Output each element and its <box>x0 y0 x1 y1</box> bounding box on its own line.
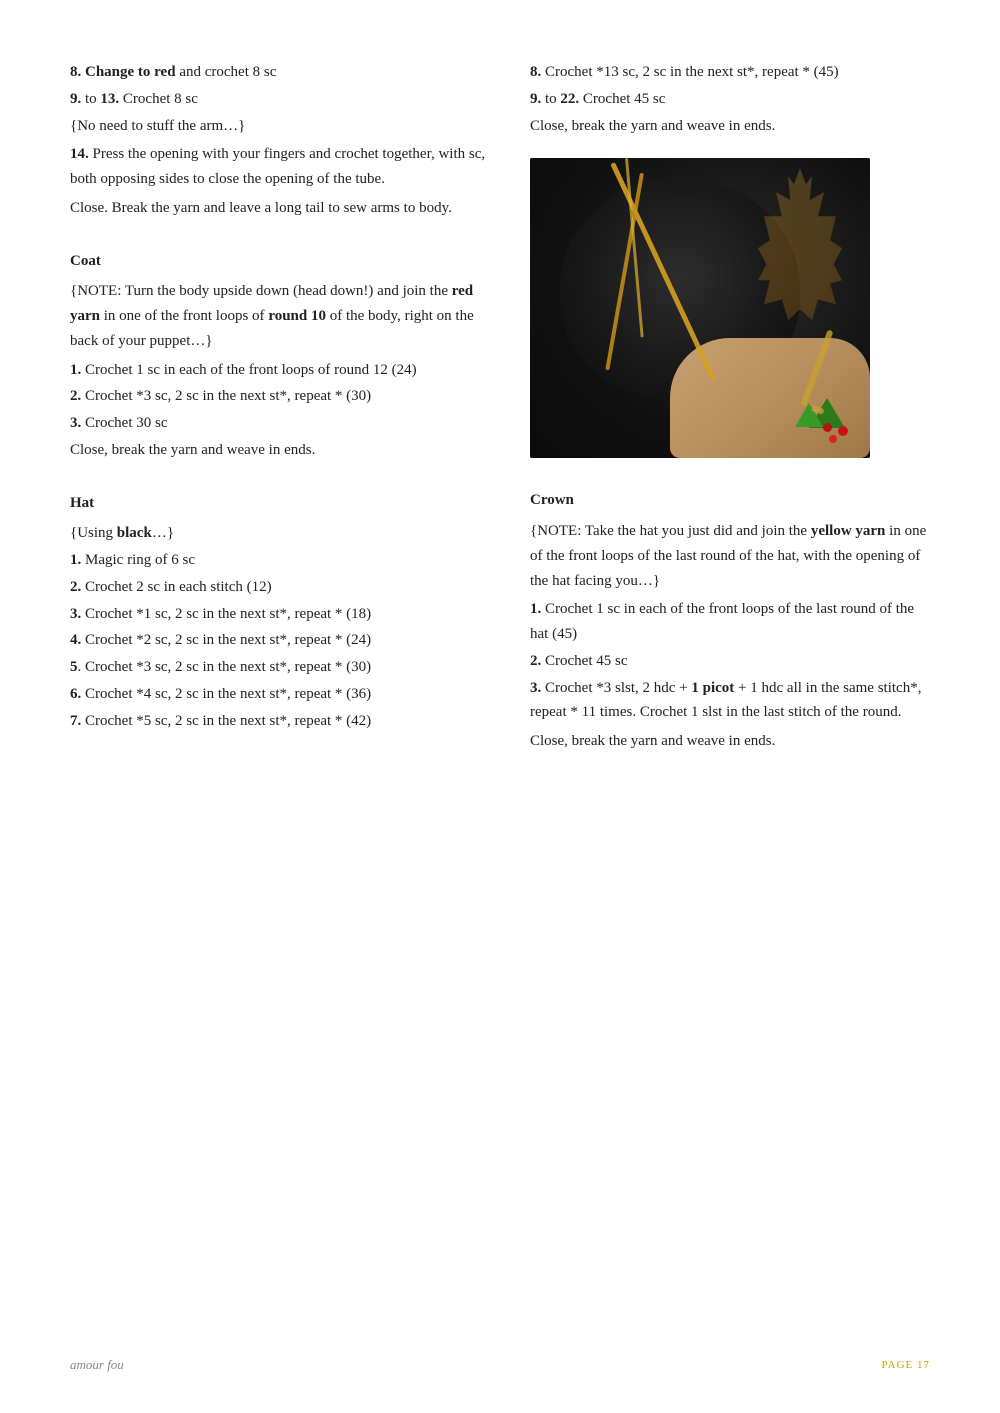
crown-3: 3. Crochet *3 slst, 2 hdc + 1 picot + 1 … <box>530 676 930 726</box>
coat-2: 2. Crochet *3 sc, 2 sc in the next st*, … <box>70 384 490 409</box>
crown-note: {NOTE: Take the hat you just did and joi… <box>530 519 930 593</box>
hat-note: {Using black…} <box>70 521 490 546</box>
hat-7: 7. Crochet *5 sc, 2 sc in the next st*, … <box>70 709 490 734</box>
hat-9-22: 9. to 22. Crochet 45 sc <box>530 87 930 112</box>
hat-4: 4. Crochet *2 sc, 2 sc in the next st*, … <box>70 628 490 653</box>
coat-section: Coat {NOTE: Turn the body upside down (h… <box>70 249 490 463</box>
hat-6: 6. Crochet *4 sc, 2 sc in the next st*, … <box>70 682 490 707</box>
crown-section: Crown {NOTE: Take the hat you just did a… <box>530 488 930 754</box>
footer: amour fou PAGE 17 <box>70 1357 930 1373</box>
crown-title: Crown <box>530 488 930 513</box>
hat-8: 8. Crochet *13 sc, 2 sc in the next st*,… <box>530 60 930 85</box>
hat-2: 2. Crochet 2 sc in each stitch (12) <box>70 575 490 600</box>
hat-title: Hat <box>70 491 490 516</box>
crochet-image <box>530 158 870 458</box>
crown-1: 1. Crochet 1 sc in each of the front loo… <box>530 597 930 647</box>
left-column: 8. Change to red and crochet 8 sc 9. to … <box>70 60 490 1353</box>
hat-close: Close, break the yarn and weave in ends. <box>530 114 930 139</box>
page-number: PAGE 17 <box>882 1359 930 1371</box>
coat-close: Close, break the yarn and weave in ends. <box>70 438 490 463</box>
hat-section: Hat {Using black…} 1. Magic ring of 6 sc… <box>70 491 490 734</box>
coat-title: Coat <box>70 249 490 274</box>
crown-close: Close, break the yarn and weave in ends. <box>530 729 930 754</box>
hat-1: 1. Magic ring of 6 sc <box>70 548 490 573</box>
brand-name: amour fou <box>70 1357 124 1373</box>
right-column: 8. Crochet *13 sc, 2 sc in the next st*,… <box>530 60 930 1353</box>
coat-3: 3. Crochet 30 sc <box>70 411 490 436</box>
coat-1: 1. Crochet 1 sc in each of the front loo… <box>70 358 490 383</box>
hat-continued: 8. Crochet *13 sc, 2 sc in the next st*,… <box>530 60 930 138</box>
arm-instructions: 8. Change to red and crochet 8 sc 9. to … <box>70 60 490 221</box>
arm-close: Close. Break the yarn and leave a long t… <box>70 196 490 221</box>
hat-5: 5. Crochet *3 sc, 2 sc in the next st*, … <box>70 655 490 680</box>
arm-line-14: 14. Press the opening with your fingers … <box>70 142 490 192</box>
coat-note: {NOTE: Turn the body upside down (head d… <box>70 279 490 353</box>
crochet-image-container <box>530 158 910 458</box>
arm-note: {No need to stuff the arm…} <box>70 114 490 139</box>
page: 8. Change to red and crochet 8 sc 9. to … <box>0 0 1000 1413</box>
arm-line-9-13: 9. to 13. Crochet 8 sc <box>70 87 490 112</box>
hat-3: 3. Crochet *1 sc, 2 sc in the next st*, … <box>70 602 490 627</box>
crown-2: 2. Crochet 45 sc <box>530 649 930 674</box>
arm-line-8: 8. Change to red and crochet 8 sc <box>70 60 490 85</box>
